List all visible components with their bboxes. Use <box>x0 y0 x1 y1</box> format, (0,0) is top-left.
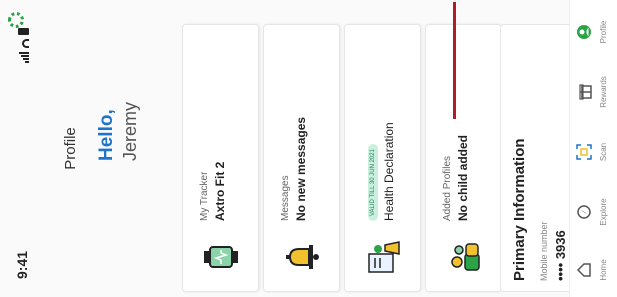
mobile-number-value: •••• 3936 <box>553 230 568 281</box>
health-declaration-card[interactable]: VALID TILL 30 JUN 2021 Health Declaratio… <box>344 24 421 292</box>
status-time: 9:41 <box>14 250 30 279</box>
primary-information-heading: Primary Information <box>511 138 528 281</box>
health-declaration-icon <box>368 241 400 273</box>
added-profiles-card[interactable]: Added Profiles No child added <box>425 24 502 292</box>
nav-scan-label: Scan <box>599 142 608 162</box>
nav-profile[interactable]: Profile <box>576 11 608 53</box>
compass-icon <box>577 205 591 219</box>
tracker-card[interactable]: My Tracker Axtro Fit 2 <box>182 24 259 292</box>
tracker-value: Axtro Fit 2 <box>213 161 227 221</box>
nav-rewards[interactable]: Rewards <box>576 71 608 113</box>
settings-gear-icon[interactable] <box>8 12 24 28</box>
nav-home-label: Home <box>599 259 608 281</box>
watch-icon <box>204 246 238 268</box>
mobile-number-label: Mobile number <box>539 221 549 281</box>
messages-label: Messages <box>280 175 291 221</box>
profile-icon <box>577 25 591 39</box>
home-icon <box>576 263 591 277</box>
nav-profile-label: Profile <box>599 20 608 44</box>
nav-rewards-label: Rewards <box>599 76 608 108</box>
greeting: Hello, Jeremy <box>96 21 141 161</box>
page-title: Profile <box>62 127 79 170</box>
nav-scan[interactable]: Scan <box>576 131 608 173</box>
signal-icon <box>19 52 29 63</box>
battery-icon <box>18 28 29 35</box>
nav-home[interactable]: Home <box>576 249 608 291</box>
bottom-navigation: Home Explore Scan Rewards Profile <box>569 0 617 297</box>
bell-icon <box>286 245 319 269</box>
scan-icon <box>576 144 592 160</box>
greeting-name: Jeremy <box>120 101 140 161</box>
status-icons <box>18 28 29 63</box>
app-screen: 9:41 Profile Hello, Jeremy My Tracker Ax… <box>0 0 617 297</box>
greeting-hello: Hello, <box>96 109 117 161</box>
profiles-icon <box>451 243 480 271</box>
messages-card[interactable]: Messages No new messages <box>263 24 340 292</box>
status-bar: 9:41 <box>0 0 50 297</box>
page-header: Profile <box>8 0 100 297</box>
annotation-red-line <box>453 2 456 119</box>
messages-value: No new messages <box>294 116 308 221</box>
gift-icon <box>579 84 592 100</box>
health-declaration-label: Health Declaration <box>382 122 396 221</box>
wifi-icon <box>22 39 29 48</box>
validity-badge: VALID TILL 30 JUN 2021 <box>368 144 378 221</box>
added-profiles-value: No child added <box>456 134 470 221</box>
tracker-label: My Tracker <box>199 171 210 221</box>
nav-explore-label: Explore <box>599 198 608 226</box>
added-profiles-label: Added Profiles <box>442 155 453 221</box>
nav-explore[interactable]: Explore <box>576 191 608 233</box>
